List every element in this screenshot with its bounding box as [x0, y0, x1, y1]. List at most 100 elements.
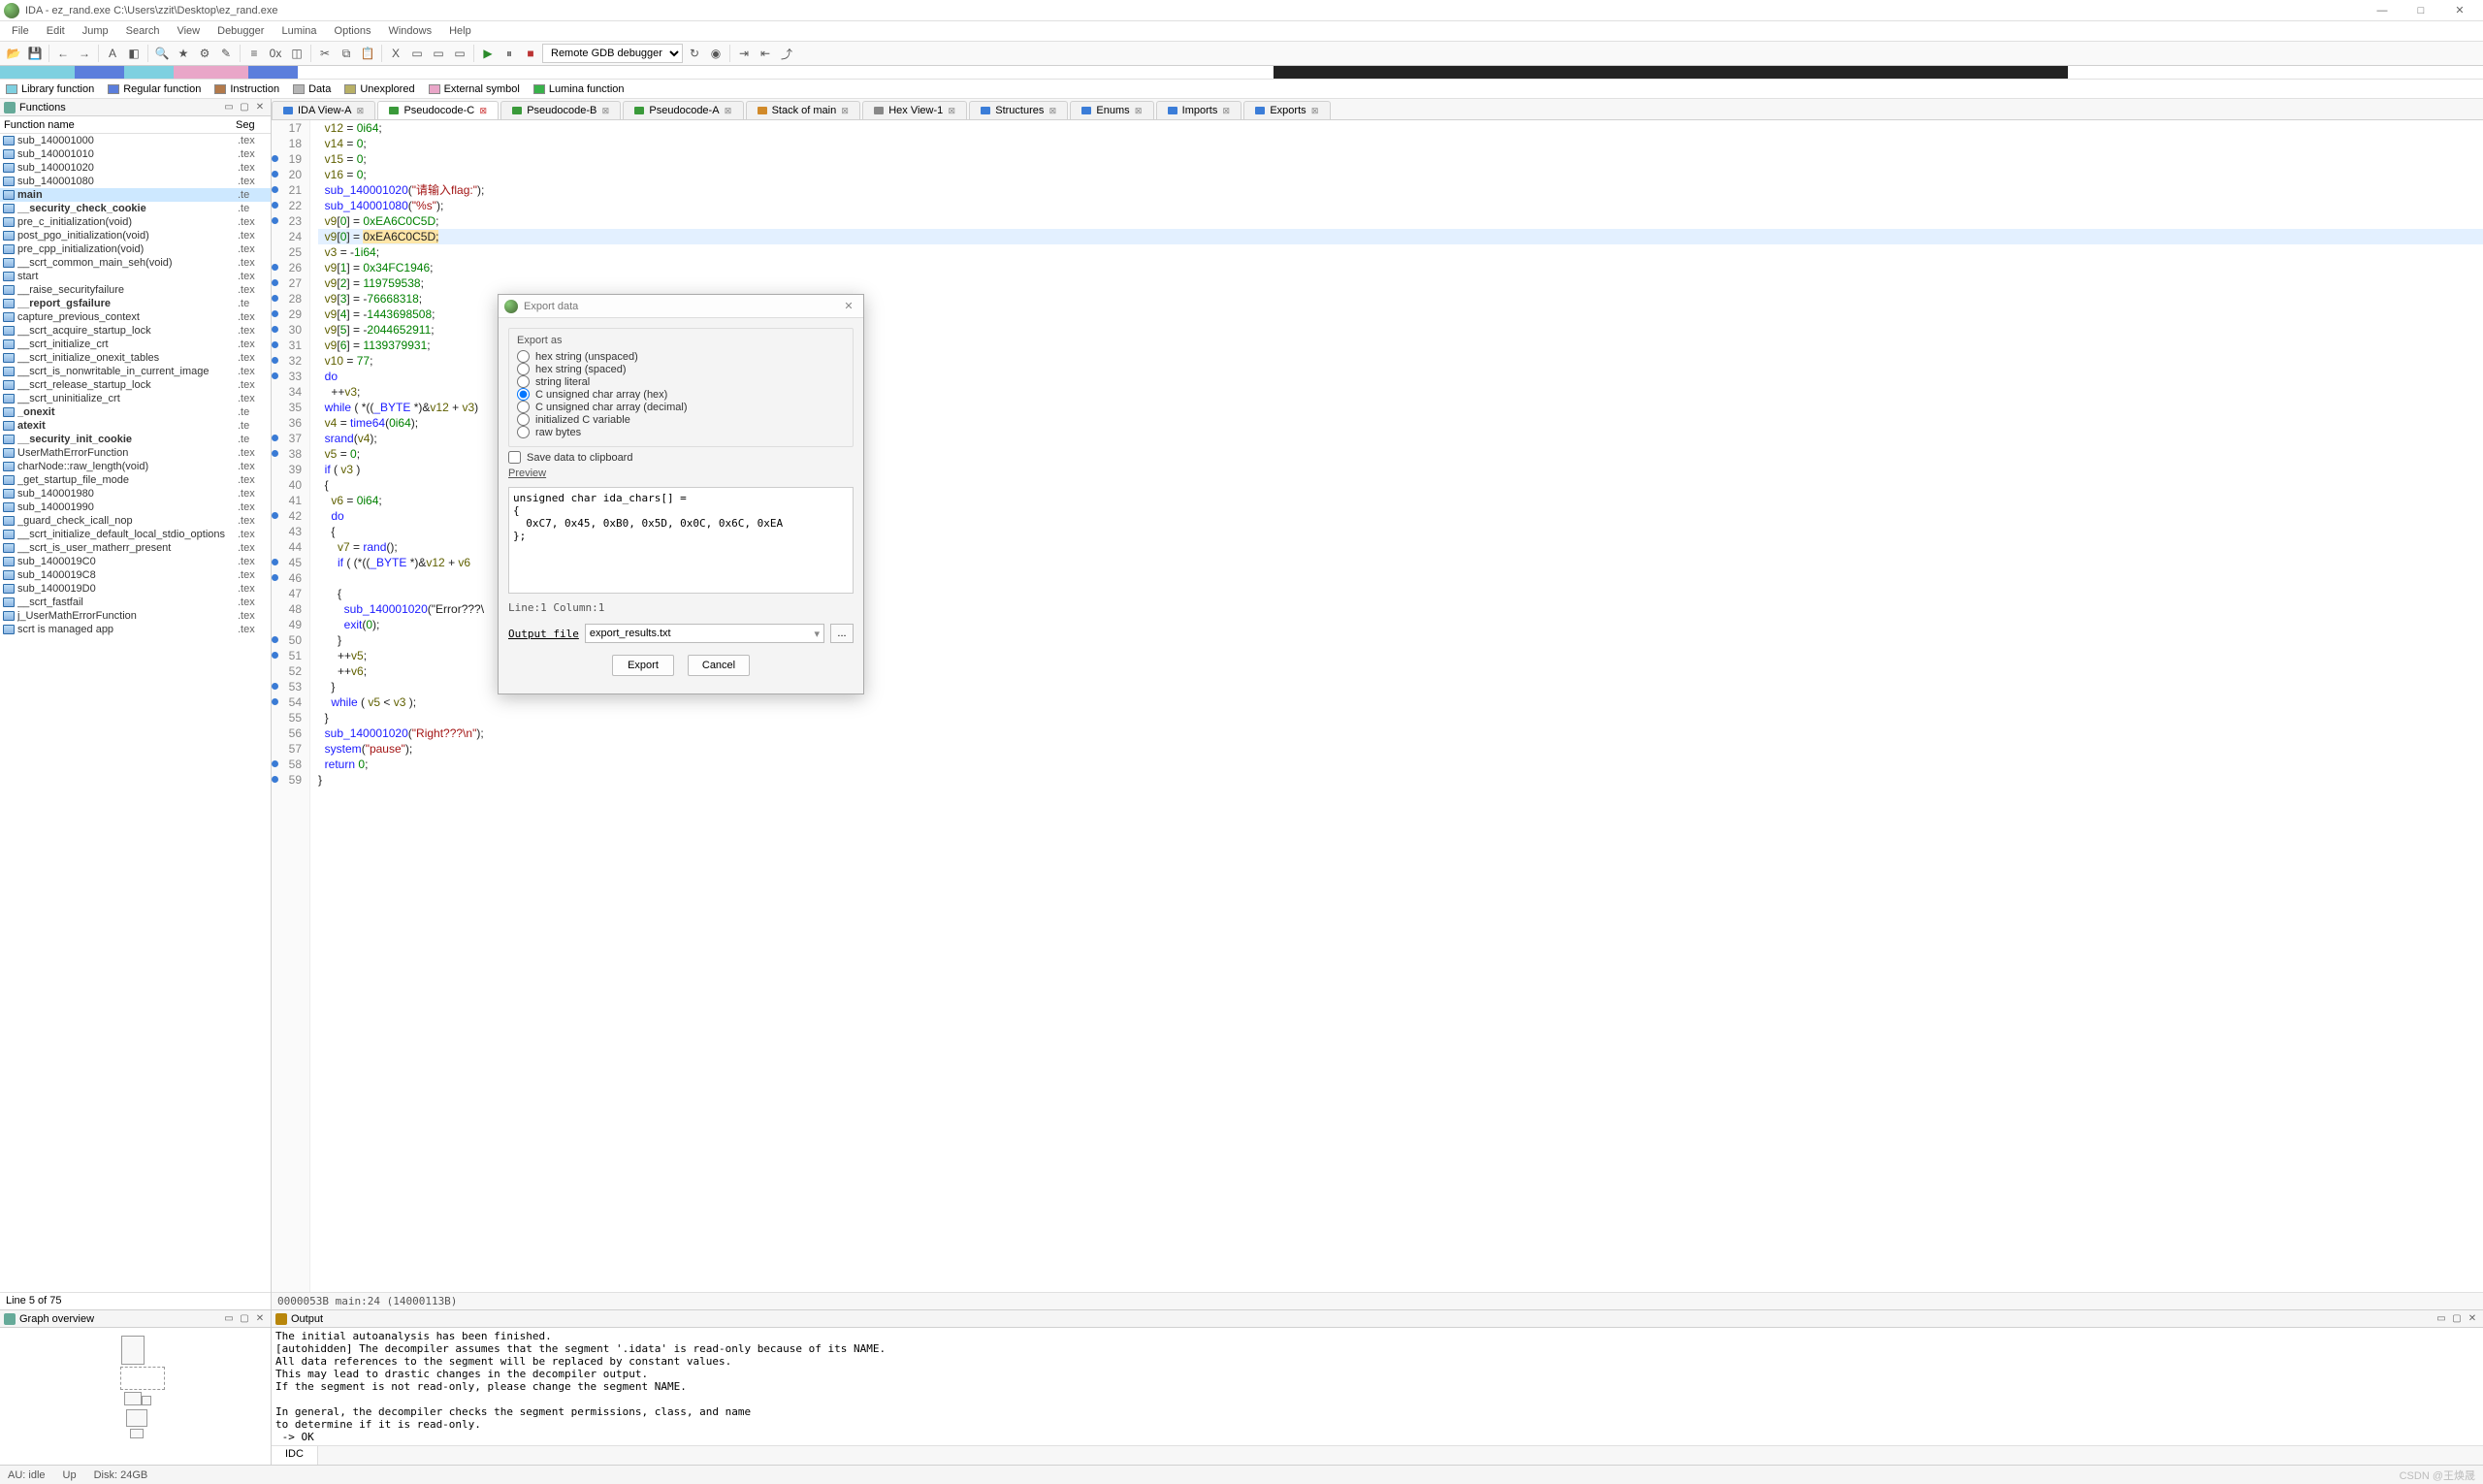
menu-help[interactable]: Help	[441, 23, 479, 39]
close-button[interactable]: ✕	[2440, 0, 2479, 21]
export-option-row[interactable]: raw bytes	[517, 426, 845, 438]
browse-button[interactable]: ...	[830, 624, 854, 643]
code-line[interactable]: v15 = 0;	[318, 151, 2483, 167]
code-line[interactable]: sub_140001080("%s");	[318, 198, 2483, 213]
stop-icon[interactable]: ■	[521, 44, 540, 63]
function-row[interactable]: __scrt_initialize_crt.tex	[0, 338, 271, 351]
function-row[interactable]: sub_140001010.tex	[0, 147, 271, 161]
export-option-radio[interactable]	[517, 375, 530, 388]
function-row[interactable]: __scrt_initialize_onexit_tables.tex	[0, 351, 271, 365]
code-line[interactable]: v9[1] = 0x34FC1946;	[318, 260, 2483, 275]
debugger-select[interactable]: Remote GDB debugger	[542, 44, 683, 63]
misc1-icon[interactable]: ▭	[407, 44, 427, 63]
code-line[interactable]: v3 = -1i64;	[318, 244, 2483, 260]
tab-close-icon[interactable]: ⊠	[1221, 106, 1231, 115]
tab-pseudocode-c[interactable]: Pseudocode-C⊠	[377, 101, 499, 119]
breakpoint-dot-icon[interactable]	[272, 341, 278, 348]
graph-close-icon[interactable]: ✕	[253, 1312, 267, 1326]
function-row[interactable]: start.tex	[0, 270, 271, 283]
export-option-radio[interactable]	[517, 363, 530, 375]
tab-enums[interactable]: Enums⊠	[1070, 101, 1153, 119]
nav-segment[interactable]	[0, 66, 75, 79]
tab-ida-view-a[interactable]: IDA View-A⊠	[272, 101, 375, 119]
clipboard-checkbox[interactable]	[508, 451, 521, 464]
binary-icon[interactable]: ◧	[124, 44, 144, 63]
code-line[interactable]: v12 = 0i64;	[318, 120, 2483, 136]
function-row[interactable]: main.te	[0, 188, 271, 202]
text-icon[interactable]: A	[103, 44, 122, 63]
function-row[interactable]: sub_140001990.tex	[0, 500, 271, 514]
code-line[interactable]: sub_140001020("Right???\n");	[318, 726, 2483, 741]
function-row[interactable]: __report_gsfailure.te	[0, 297, 271, 310]
breakpoint-dot-icon[interactable]	[272, 776, 278, 783]
export-button[interactable]: Export	[612, 655, 674, 676]
code-line[interactable]: v9[0] = 0xEA6C0C5D;	[318, 229, 2483, 244]
menu-jump[interactable]: Jump	[75, 23, 116, 39]
code-line[interactable]: }	[318, 772, 2483, 788]
function-row[interactable]: sub_140001080.tex	[0, 175, 271, 188]
code-icon[interactable]: ≡	[244, 44, 264, 63]
dbg3-icon[interactable]: ⇥	[734, 44, 754, 63]
function-row[interactable]: __scrt_is_user_matherr_present.tex	[0, 541, 271, 555]
tab-close-icon[interactable]: ⊠	[600, 106, 610, 115]
menu-search[interactable]: Search	[118, 23, 168, 39]
export-option-radio[interactable]	[517, 401, 530, 413]
tab-stack-of-main[interactable]: Stack of main⊠	[746, 101, 861, 119]
function-row[interactable]: __security_check_cookie.te	[0, 202, 271, 215]
breakpoint-dot-icon[interactable]	[272, 652, 278, 659]
dbg4-icon[interactable]: ⇤	[756, 44, 775, 63]
function-row[interactable]: pre_c_initialization(void).tex	[0, 215, 271, 229]
tab-close-icon[interactable]: ⊠	[1310, 106, 1320, 115]
breakpoint-dot-icon[interactable]	[272, 372, 278, 379]
function-row[interactable]: __scrt_common_main_seh(void).tex	[0, 256, 271, 270]
tool2-icon[interactable]: ✎	[216, 44, 236, 63]
function-row[interactable]: __scrt_uninitialize_crt.tex	[0, 392, 271, 405]
clipboard-row[interactable]: Save data to clipboard	[508, 451, 854, 464]
tab-close-icon[interactable]: ⊠	[724, 106, 733, 115]
tool1-icon[interactable]: ⚙	[195, 44, 214, 63]
export-option-row[interactable]: hex string (spaced)	[517, 363, 845, 375]
breakpoint-dot-icon[interactable]	[272, 636, 278, 643]
xref-icon[interactable]: X	[386, 44, 405, 63]
function-row[interactable]: sub_140001980.tex	[0, 487, 271, 500]
breakpoint-dot-icon[interactable]	[272, 202, 278, 209]
breakpoint-dot-icon[interactable]	[272, 171, 278, 177]
breakpoint-dot-icon[interactable]	[272, 512, 278, 519]
menu-options[interactable]: Options	[327, 23, 379, 39]
tab-close-icon[interactable]: ⊠	[355, 106, 365, 115]
nav-segment[interactable]	[1274, 66, 2068, 79]
menu-view[interactable]: View	[169, 23, 208, 39]
export-option-radio[interactable]	[517, 426, 530, 438]
export-option-row[interactable]: C unsigned char array (hex)	[517, 388, 845, 401]
function-row[interactable]: charNode::raw_length(void).tex	[0, 460, 271, 473]
preview-box[interactable]: unsigned char ida_chars[] = { 0xC7, 0x45…	[508, 487, 854, 594]
code-line[interactable]: v9[0] = 0xEA6C0C5D;	[318, 213, 2483, 229]
pane-detach-icon[interactable]: ▭	[222, 101, 236, 114]
menu-debugger[interactable]: Debugger	[210, 23, 272, 39]
export-option-row[interactable]: C unsigned char array (decimal)	[517, 401, 845, 413]
nav-segment[interactable]	[124, 66, 174, 79]
functions-list[interactable]: sub_140001000.texsub_140001010.texsub_14…	[0, 134, 271, 1292]
menu-windows[interactable]: Windows	[380, 23, 439, 39]
breakpoint-dot-icon[interactable]	[272, 559, 278, 565]
graph-canvas[interactable]	[0, 1328, 271, 1465]
breakpoint-dot-icon[interactable]	[272, 310, 278, 317]
breakpoint-dot-icon[interactable]	[272, 217, 278, 224]
function-row[interactable]: pre_cpp_initialization(void).tex	[0, 242, 271, 256]
nav-segment[interactable]	[75, 66, 124, 79]
pane-max-icon[interactable]: ▢	[238, 101, 251, 114]
pane-close-icon[interactable]: ✕	[253, 101, 267, 114]
output-text[interactable]: The initial autoanalysis has been finish…	[272, 1328, 2483, 1445]
breakpoint-dot-icon[interactable]	[272, 760, 278, 767]
dbg5-icon[interactable]: ⤴	[777, 44, 796, 63]
cut-icon[interactable]: ✂	[315, 44, 335, 63]
tab-exports[interactable]: Exports⊠	[1243, 101, 1330, 119]
function-row[interactable]: __scrt_is_nonwritable_in_current_image.t…	[0, 365, 271, 378]
breakpoint-dot-icon[interactable]	[272, 435, 278, 441]
breakpoint-dot-icon[interactable]	[272, 326, 278, 333]
breakpoint-dot-icon[interactable]	[272, 357, 278, 364]
code-line[interactable]: v16 = 0;	[318, 167, 2483, 182]
tab-structures[interactable]: Structures⊠	[969, 101, 1068, 119]
nav-segment[interactable]	[248, 66, 298, 79]
menu-lumina[interactable]: Lumina	[274, 23, 324, 39]
